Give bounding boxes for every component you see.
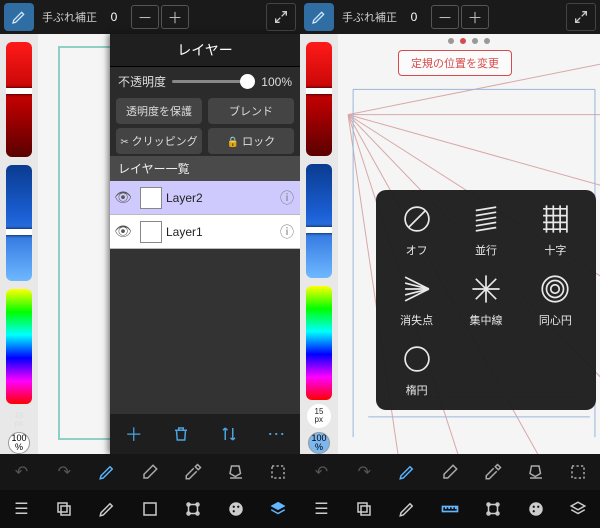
shape-icon[interactable] [139, 498, 161, 520]
transform-icon[interactable] [482, 498, 504, 520]
layer-info-icon[interactable]: ⓘ [274, 188, 300, 208]
layer-opacity-label: 不透明度 [118, 73, 166, 90]
palette-icon[interactable] [225, 498, 247, 520]
brush-size-badge: 15 px [15, 412, 24, 428]
select-icon[interactable] [267, 461, 289, 483]
top-toolbar: 手ぶれ補正 0 － ＋ [0, 0, 300, 34]
layer-name: Layer1 [166, 225, 274, 239]
copy-icon[interactable] [53, 498, 75, 520]
layers-icon[interactable] [567, 498, 589, 520]
layer-row[interactable]: 👁 Layer1 ⓘ [110, 215, 300, 249]
eyedropper-icon[interactable] [182, 461, 204, 483]
stabilizer-plus-button[interactable]: ＋ [161, 5, 189, 29]
select-icon[interactable] [567, 461, 589, 483]
layer-opacity-value: 100% [261, 75, 292, 89]
ruler-off[interactable]: オフ [382, 202, 451, 258]
copy-icon[interactable] [353, 498, 375, 520]
brush-size-slider[interactable] [6, 165, 32, 280]
stabilizer-label: 手ぶれ補正 [42, 9, 97, 25]
opacity-badge[interactable]: 100 % [8, 432, 30, 454]
color-slider-primary[interactable] [306, 42, 332, 156]
layer-thumb [140, 221, 162, 243]
layer-opacity-slider[interactable] [172, 80, 255, 83]
ruler-popup: オフ 並行 十字 消失点 集中線 同心円 楕円 [376, 190, 596, 410]
brush-size-slider[interactable] [306, 164, 332, 278]
stabilizer-minus-button[interactable]: － [431, 5, 459, 29]
fullscreen-button[interactable] [266, 3, 296, 31]
bucket-icon[interactable] [225, 461, 247, 483]
ruler-ellipse[interactable]: 楕円 [382, 342, 451, 398]
layer-more-icon[interactable]: ⋯ [265, 423, 287, 445]
layer-row[interactable]: 👁 Layer2 ⓘ [110, 181, 300, 215]
mid-toolbar: ↶ ↷ [0, 454, 300, 490]
redo-icon[interactable]: ↷ [53, 461, 75, 483]
stabilizer-label: 手ぶれ補正 [342, 9, 397, 25]
protect-alpha-button[interactable]: 透明度を保護 [116, 98, 202, 124]
brush-size-badge: 15 px [307, 404, 331, 428]
palette-icon[interactable] [525, 498, 547, 520]
brush-tool-button[interactable] [4, 3, 34, 31]
hue-slider[interactable] [6, 289, 32, 404]
ruler-concentric[interactable]: 同心円 [521, 272, 590, 328]
hue-slider[interactable] [306, 286, 332, 400]
ruler-vanishing[interactable]: 消失点 [382, 272, 451, 328]
redo-icon[interactable]: ↷ [353, 461, 375, 483]
layer-thumb [140, 187, 162, 209]
bucket-icon[interactable] [525, 461, 547, 483]
top-toolbar: 手ぶれ補正 0 － ＋ [300, 0, 600, 34]
delete-layer-icon[interactable] [170, 423, 192, 445]
left-slider-strip: 15 px 100 % [300, 34, 338, 454]
menu-icon[interactable]: ☰ [310, 498, 332, 520]
stabilizer-value: 0 [107, 10, 121, 24]
layers-icon[interactable] [267, 498, 289, 520]
opacity-badge[interactable]: 100 % [308, 432, 330, 454]
stabilizer-value: 0 [407, 10, 421, 24]
clipping-button[interactable]: ✂ クリッピング [116, 128, 202, 154]
pen-settings-icon[interactable] [96, 498, 118, 520]
layer-name: Layer2 [166, 191, 274, 205]
ruler-parallel[interactable]: 並行 [451, 202, 520, 258]
ruler-icon[interactable] [439, 498, 461, 520]
bottom-toolbar: ☰ [300, 490, 600, 528]
stabilizer-plus-button[interactable]: ＋ [461, 5, 489, 29]
layer-info-icon[interactable]: ⓘ [274, 222, 300, 242]
layer-actions: ＋ ⋯ [110, 414, 300, 454]
add-layer-icon[interactable]: ＋ [123, 423, 145, 445]
menu-icon[interactable]: ☰ [10, 498, 32, 520]
bottom-toolbar: ☰ [0, 490, 300, 528]
fullscreen-button[interactable] [566, 3, 596, 31]
eraser-icon[interactable] [439, 461, 461, 483]
lock-button[interactable]: 🔒 ロック [208, 128, 294, 154]
brush-tool-button[interactable] [304, 3, 334, 31]
mid-toolbar: ↶ ↷ [300, 454, 600, 490]
layer-panel: レイヤー 不透明度 100% 透明度を保護 ブレンド ✂ クリッピング 🔒 ロッ… [110, 34, 300, 454]
ruler-grid[interactable]: 十字 [521, 202, 590, 258]
color-slider-primary[interactable] [6, 42, 32, 157]
undo-icon[interactable]: ↶ [10, 461, 32, 483]
visibility-icon[interactable]: 👁 [110, 223, 136, 240]
layer-list-header: レイヤー一覧 [110, 156, 300, 181]
undo-icon[interactable]: ↶ [310, 461, 332, 483]
ruler-radial[interactable]: 集中線 [451, 272, 520, 328]
eyedropper-icon[interactable] [482, 461, 504, 483]
left-slider-strip: 15 px 100 % [0, 34, 38, 454]
reorder-layer-icon[interactable] [218, 423, 240, 445]
eraser-icon[interactable] [139, 461, 161, 483]
brush-icon[interactable] [96, 461, 118, 483]
layer-panel-title: レイヤー [110, 34, 300, 67]
transform-icon[interactable] [182, 498, 204, 520]
brush-icon[interactable] [396, 461, 418, 483]
blend-button[interactable]: ブレンド [208, 98, 294, 124]
pen-settings-icon[interactable] [396, 498, 418, 520]
visibility-icon[interactable]: 👁 [110, 189, 136, 206]
stabilizer-minus-button[interactable]: － [131, 5, 159, 29]
page-indicator [448, 38, 490, 44]
change-ruler-position-button[interactable]: 定規の位置を変更 [398, 50, 512, 76]
